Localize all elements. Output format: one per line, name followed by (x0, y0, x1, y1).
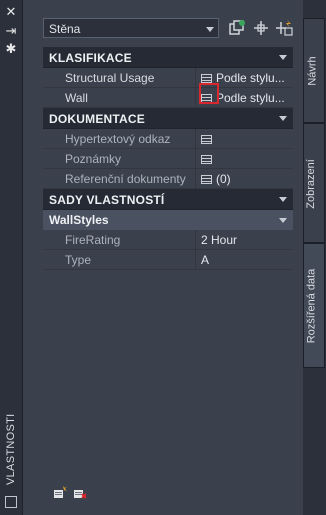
property-name: Hypertextový odkaz (65, 132, 171, 146)
property-name: Poznámky (65, 152, 122, 166)
column-divider (195, 68, 196, 87)
property-row-poznamky[interactable]: Poznámky (43, 149, 293, 169)
palette-title-label: VLASTNOSTI (5, 413, 17, 485)
property-value[interactable] (201, 132, 291, 146)
remove-property-set-icon[interactable] (73, 486, 87, 500)
close-icon[interactable]: ✕ (4, 5, 18, 19)
tab-strip: Návrh Zobrazení Rozšířená data (303, 0, 326, 515)
properties-palette: ✕ ⇥ ✱ VLASTNOSTI Stěna KLASIFIKACE Struc… (0, 0, 326, 515)
column-divider (195, 129, 196, 148)
settings-icon[interactable]: ✱ (4, 42, 18, 56)
property-value[interactable]: (0) (201, 172, 291, 186)
property-value[interactable] (201, 152, 291, 166)
property-row-referencni[interactable]: Referenční dokumenty (0) (43, 169, 293, 189)
quick-select-icon[interactable] (275, 19, 293, 37)
table-icon[interactable] (201, 175, 212, 184)
chevron-down-icon[interactable] (279, 197, 287, 202)
column-divider (195, 169, 196, 188)
property-row-structural-usage[interactable]: Structural Usage Podle stylu... (43, 68, 293, 88)
property-grid: KLASIFIKACE Structural Usage Podle stylu… (43, 47, 293, 270)
palette-icon (5, 496, 17, 508)
table-icon[interactable] (201, 155, 212, 164)
tab-label: Zobrazení (304, 159, 317, 209)
auto-hide-icon[interactable]: ⇥ (4, 24, 18, 38)
section-klasifikace[interactable]: KLASIFIKACE (43, 47, 293, 68)
section-label: SADY VLASTNOSTÍ (49, 193, 165, 207)
tab-navrh[interactable]: Návrh (303, 18, 325, 123)
tab-zobrazeni[interactable]: Zobrazení (303, 123, 325, 243)
chevron-down-icon[interactable] (279, 218, 287, 223)
object-type-value: Stěna (49, 22, 81, 36)
palette-titlebar: ✕ ⇥ ✱ VLASTNOSTI (0, 0, 23, 515)
column-divider (195, 230, 196, 249)
property-value[interactable]: 2 Hour (201, 233, 291, 247)
property-name: Structural Usage (65, 71, 155, 85)
subsection-wallstyles[interactable]: WallStyles (43, 210, 293, 230)
property-value-text: Podle stylu... (216, 91, 285, 105)
table-icon (201, 74, 212, 83)
property-name: Type (65, 253, 92, 267)
tab-label: Návrh (306, 56, 319, 86)
chevron-down-icon[interactable] (279, 116, 287, 121)
subsection-label: WallStyles (49, 213, 109, 227)
add-property-set-icon[interactable] (53, 486, 67, 500)
property-row-type[interactable]: Type A (43, 250, 293, 270)
section-label: KLASIFIKACE (49, 51, 132, 65)
tab-rozsirena-data[interactable]: Rozšířená data (303, 243, 325, 368)
chevron-down-icon (206, 27, 214, 32)
tab-label: Rozšířená data (305, 268, 318, 344)
property-value-text: Podle stylu... (216, 71, 285, 85)
column-divider (195, 250, 196, 269)
chevron-down-icon[interactable] (279, 55, 287, 60)
section-sady-vlastnosti[interactable]: SADY VLASTNOSTÍ (43, 189, 293, 210)
select-objects-icon[interactable] (228, 19, 246, 37)
properties-main: Stěna KLASIFIKACE Structural Usage Podle… (23, 0, 303, 515)
pick-point-icon[interactable] (252, 19, 270, 37)
property-value[interactable]: A (201, 253, 291, 267)
property-row-wall[interactable]: Wall Podle stylu... (43, 88, 293, 108)
property-value-text: (0) (216, 172, 231, 186)
column-divider (195, 149, 196, 168)
property-name: FireRating (65, 233, 121, 247)
section-label: DOKUMENTACE (49, 112, 145, 126)
table-icon[interactable] (201, 135, 212, 144)
property-row-hypertext[interactable]: Hypertextový odkaz (43, 129, 293, 149)
property-name: Wall (65, 91, 88, 105)
highlight-box (199, 83, 219, 104)
column-divider (195, 88, 196, 107)
section-dokumentace[interactable]: DOKUMENTACE (43, 108, 293, 129)
property-row-firerating[interactable]: FireRating 2 Hour (43, 230, 293, 250)
palette-title: VLASTNOSTI (3, 345, 19, 485)
object-type-select[interactable]: Stěna (43, 18, 219, 38)
property-name: Referenční dokumenty (65, 172, 186, 186)
